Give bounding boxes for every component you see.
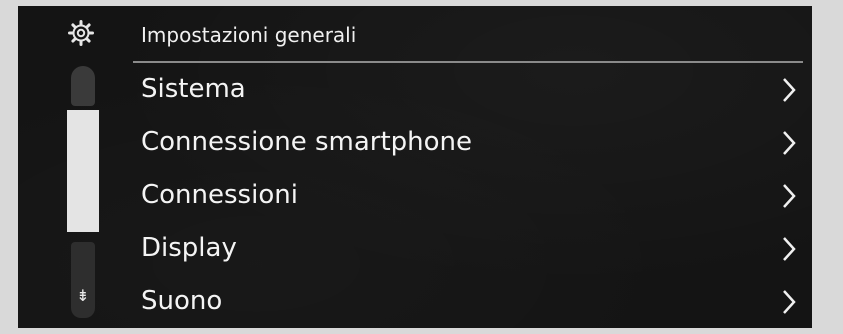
scrollbar-track-bottom: [71, 242, 95, 318]
menu-item-connessione-smartphone[interactable]: Connessione smartphone: [133, 117, 803, 169]
menu-item-sistema[interactable]: Sistema: [133, 64, 803, 116]
menu-item-label: Connessione smartphone: [141, 127, 473, 157]
scroll-down-icon[interactable]: ⇟: [75, 286, 91, 306]
menu-item-label: Sistema: [141, 74, 246, 104]
menu-item-display[interactable]: Display: [133, 223, 803, 275]
menu-item-suono[interactable]: Suono: [133, 276, 803, 328]
chevron-right-icon: [783, 131, 796, 155]
chevron-right-icon: [783, 78, 796, 102]
scrollbar-thumb[interactable]: [67, 110, 99, 232]
menu-item-label: Connessioni: [141, 180, 298, 210]
scrollbar[interactable]: ⇟: [66, 66, 100, 320]
scrollbar-track-top: [71, 66, 95, 106]
page-title: Impostazioni generali: [141, 23, 357, 47]
chevron-right-icon: [783, 237, 796, 261]
device-frame: Impostazioni generali ⇟ Sistema Connessi…: [0, 0, 843, 334]
header-divider: [133, 61, 803, 63]
menu-item-label: Suono: [141, 286, 223, 316]
menu-item-connessioni[interactable]: Connessioni: [133, 170, 803, 222]
chevron-right-icon: [783, 290, 796, 314]
header: Impostazioni generali: [18, 6, 812, 63]
menu-item-label: Display: [141, 233, 237, 263]
settings-screen: Impostazioni generali ⇟ Sistema Connessi…: [18, 6, 812, 328]
gear-icon: [68, 20, 94, 46]
chevron-right-icon: [783, 184, 796, 208]
